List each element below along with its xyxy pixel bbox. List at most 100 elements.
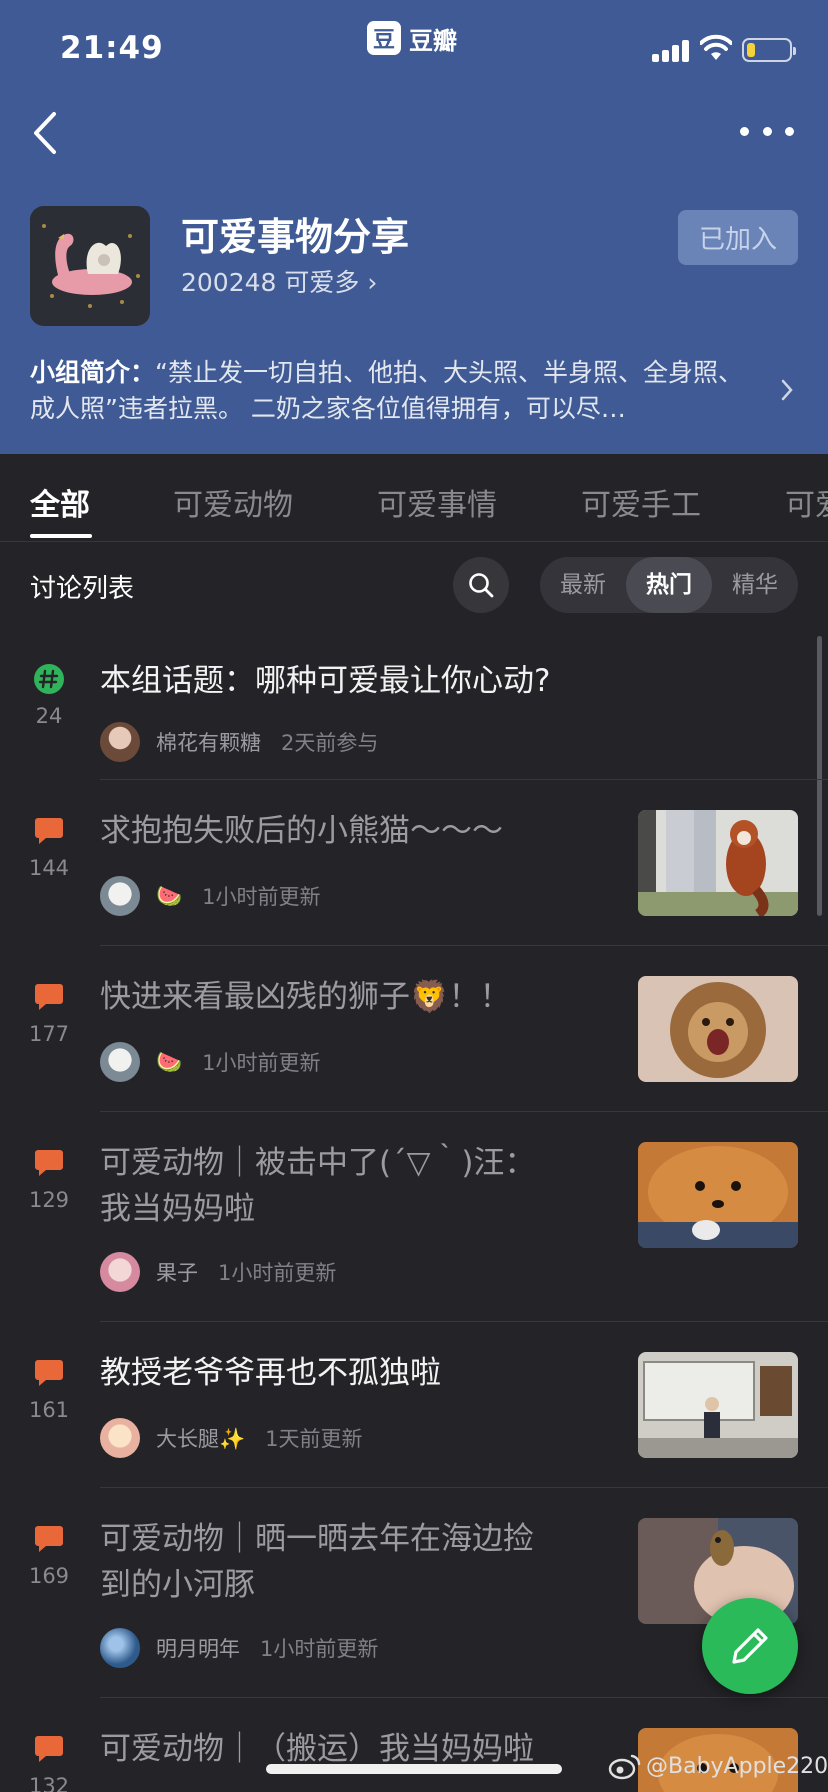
comment-icon <box>35 1526 63 1552</box>
topic-hash-icon <box>34 664 64 694</box>
post-meta: 明月明年 1小时前更新 <box>100 1628 378 1668</box>
group-title: 可爱事物分享 <box>181 215 410 259</box>
post-count: 144 <box>28 856 70 880</box>
list-item[interactable]: 161 教授老爷爷再也不孤独啦 大长腿✨ 1天前更新 <box>0 1322 828 1488</box>
post-meta: 果子 1小时前更新 <box>100 1252 336 1292</box>
active-tab-indicator <box>30 534 92 538</box>
tab-cute-more[interactable]: 可爱 <box>785 480 828 524</box>
post-count: 177 <box>28 1022 70 1046</box>
sort-newest[interactable]: 最新 <box>540 557 626 613</box>
post-meta: 大长腿✨ 1天前更新 <box>100 1418 363 1458</box>
search-button[interactable] <box>453 557 509 613</box>
red-panda-image <box>638 810 798 916</box>
watermark-text: @BabyApple220 <box>646 1753 828 1779</box>
author-emoji[interactable]: 🍉 <box>156 1050 182 1075</box>
post-title: 快进来看最凶残的狮子🦁！！ <box>100 979 511 1015</box>
comment-icon <box>35 1360 63 1386</box>
post-title: 可爱动物｜被击中了(´▽｀)汪： <box>100 1145 536 1181</box>
post-time: 1小时前更新 <box>260 1637 379 1661</box>
search-icon <box>469 573 494 598</box>
status-time: 21:49 <box>60 30 164 66</box>
post-title: 求抱抱失败后的小熊猫～～～ <box>100 813 503 849</box>
post-thumbnail[interactable] <box>638 810 798 916</box>
tab-cute-crafts[interactable]: 可爱手工 <box>581 480 701 524</box>
comment-icon <box>35 984 63 1010</box>
post-time: 2天前参与 <box>281 731 379 755</box>
joined-button[interactable]: 已加入 <box>678 210 798 265</box>
avatar[interactable] <box>100 1418 140 1458</box>
more-button[interactable] <box>740 116 794 146</box>
group-intro[interactable]: 小组简介：“禁止发一切自拍、他拍、大头照、半身照、全身照、成人照”违者拉黑。 二… <box>30 355 750 427</box>
weibo-icon <box>608 1754 641 1780</box>
pomeranian-image <box>638 1142 798 1248</box>
group-header: 21:49 豆 豆瓣 可爱事物分享 200248 可爱多 › 已加入 小组简介：… <box>0 0 828 454</box>
tab-cute-animals[interactable]: 可爱动物 <box>173 480 293 524</box>
compose-button[interactable] <box>702 1598 798 1694</box>
post-count: 161 <box>28 1398 70 1422</box>
wifi-icon <box>700 34 732 60</box>
home-indicator[interactable] <box>266 1764 562 1774</box>
avatar[interactable] <box>100 1042 140 1082</box>
post-time: 1天前更新 <box>265 1427 363 1451</box>
post-thumbnail[interactable] <box>638 1142 798 1248</box>
avatar[interactable] <box>100 876 140 916</box>
watermark: @BabyApple220 <box>608 1752 828 1780</box>
avatar[interactable] <box>100 1252 140 1292</box>
comment-icon <box>35 818 63 844</box>
sort-toggle: 最新 热门 精华 <box>540 557 798 613</box>
post-time: 1小时前更新 <box>218 1261 337 1285</box>
comment-icon <box>35 1150 63 1176</box>
post-meta: 棉花有颗糖 2天前参与 <box>100 722 378 762</box>
tab-all[interactable]: 全部 <box>30 480 90 524</box>
battery-icon <box>742 38 796 62</box>
status-bar: 21:49 豆 豆瓣 <box>0 0 828 96</box>
comment-icon <box>35 1736 63 1762</box>
list-item[interactable]: 169 可爱动物｜晒一晒去年在海边捡 到的小河豚 明月明年 1小时前更新 <box>0 1488 828 1698</box>
app-badge: 豆 豆瓣 <box>367 20 457 56</box>
author-name[interactable]: 大长腿✨ <box>156 1423 245 1453</box>
intro-label: 小组简介： <box>30 358 156 387</box>
tab-cute-things[interactable]: 可爱事情 <box>377 480 497 524</box>
douban-logo-icon: 豆 <box>367 21 401 55</box>
battery-level <box>747 43 755 57</box>
pencil-icon <box>732 1628 768 1664</box>
post-title: 教授老爷爷再也不孤独啦 <box>100 1355 441 1391</box>
classroom-image <box>638 1352 798 1458</box>
member-count-link[interactable]: 200248 可爱多 › <box>181 263 377 299</box>
discussion-list-title: 讨论列表 <box>30 574 135 604</box>
list-item[interactable]: 24 本组话题：哪种可爱最让你心动? 棉花有颗糖 2天前参与 <box>0 640 828 780</box>
swan-float-image <box>30 206 150 326</box>
author-name[interactable]: 果子 <box>156 1257 198 1287</box>
sort-featured[interactable]: 精华 <box>712 557 798 613</box>
list-item[interactable]: 177 快进来看最凶残的狮子🦁！！ 🍉 1小时前更新 <box>0 946 828 1112</box>
post-thumbnail[interactable] <box>638 976 798 1082</box>
app-name: 豆瓣 <box>409 26 457 55</box>
post-title: 可爱动物｜晒一晒去年在海边捡 <box>100 1521 534 1557</box>
author-name[interactable]: 棉花有颗糖 <box>156 727 261 757</box>
post-title-line2: 到的小河豚 <box>100 1567 255 1603</box>
list-item[interactable]: 144 求抱抱失败后的小熊猫～～～ 🍉 1小时前更新 <box>0 780 828 946</box>
post-meta: 🍉 1小时前更新 <box>100 1042 321 1082</box>
post-time: 1小时前更新 <box>202 1051 321 1075</box>
post-title: 本组话题：哪种可爱最让你心动? <box>100 663 551 699</box>
post-count: 132 <box>28 1774 70 1792</box>
post-count: 129 <box>28 1188 70 1212</box>
list-item[interactable]: 129 可爱动物｜被击中了(´▽｀)汪： 我当妈妈啦 果子 1小时前更新 <box>0 1112 828 1322</box>
author-name[interactable]: 明月明年 <box>156 1633 240 1663</box>
avatar[interactable] <box>100 722 140 762</box>
category-tabs: 全部 可爱动物 可爱事情 可爱手工 可爱 <box>0 454 828 542</box>
post-meta: 🍉 1小时前更新 <box>100 876 321 916</box>
post-time: 1小时前更新 <box>202 885 321 909</box>
lion-cat-image <box>638 976 798 1082</box>
sort-hot[interactable]: 热门 <box>626 557 712 613</box>
chevron-right-icon[interactable] <box>780 378 794 402</box>
avatar[interactable] <box>100 1628 140 1668</box>
group-avatar[interactable] <box>30 206 150 326</box>
signal-icon <box>652 38 692 62</box>
post-thumbnail[interactable] <box>638 1352 798 1458</box>
post-count: 169 <box>28 1564 70 1588</box>
post-title-line2: 我当妈妈啦 <box>100 1191 255 1227</box>
back-button[interactable] <box>26 108 66 158</box>
post-count: 24 <box>35 704 63 728</box>
author-emoji[interactable]: 🍉 <box>156 884 182 909</box>
